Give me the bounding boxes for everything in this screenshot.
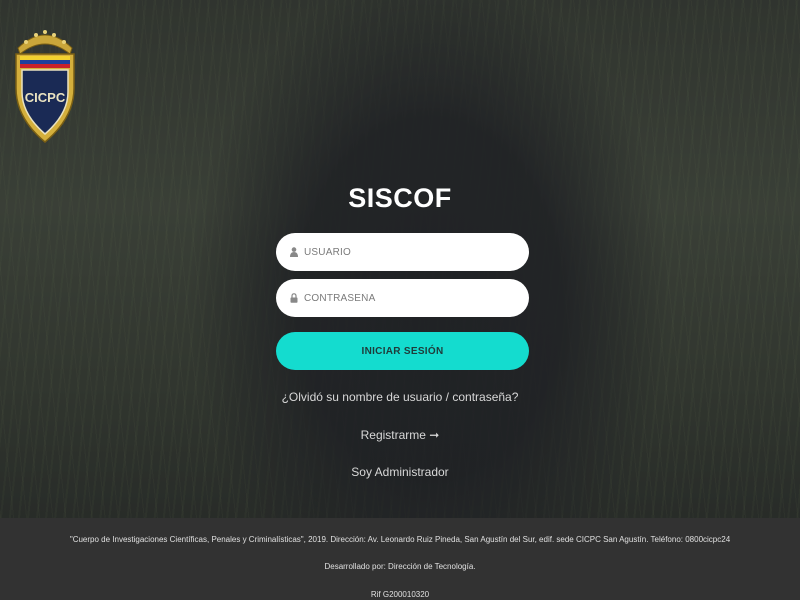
footer-rif: Rif G200010320 [370,590,430,599]
password-input[interactable] [304,292,504,304]
footer-address: "Cuerpo de Investigaciones Científicas, … [69,535,731,544]
register-link[interactable]: Registrarme ➞ [0,428,800,442]
cicpc-logo: CICPC [12,18,78,144]
forgot-credentials-link[interactable]: ¿Olvidó su nombre de usuario / contraseñ… [0,390,800,404]
footer: "Cuerpo de Investigaciones Científicas, … [0,518,800,600]
app-title: SISCOF [348,183,452,213]
admin-link[interactable]: Soy Administrador [0,465,800,479]
svg-text:CICPC: CICPC [25,90,66,105]
username-input[interactable] [304,246,504,258]
footer-developed-by: Desarrollado por: Dirección de Tecnologí… [324,562,476,571]
password-field[interactable] [276,279,529,317]
username-field[interactable] [276,233,529,271]
login-button[interactable]: INICIAR SESIÓN [276,332,529,370]
user-icon [290,247,298,257]
lock-icon [290,293,298,303]
